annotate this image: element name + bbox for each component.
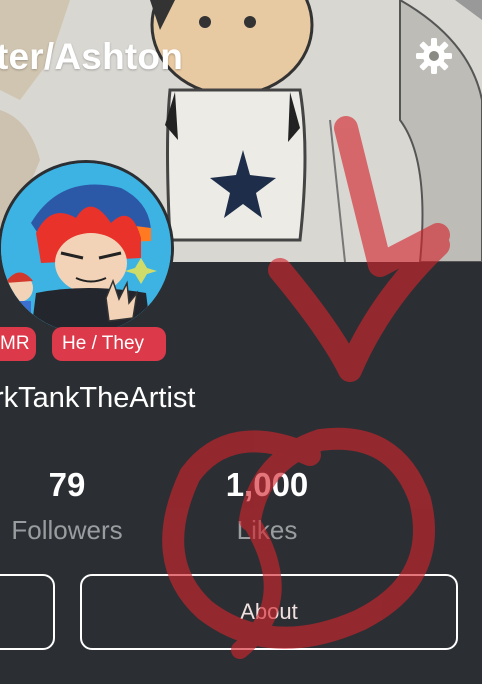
secondary-action-button[interactable]	[0, 574, 55, 650]
pronouns-badge: He / They	[52, 327, 166, 361]
page-title: ter/Ashton	[0, 36, 183, 77]
likes-count: 1,000	[225, 466, 309, 503]
badge-tag-1: MR	[0, 327, 36, 361]
settings-button[interactable]	[414, 36, 454, 76]
avatar[interactable]	[0, 160, 174, 336]
followers-count[interactable]: 79	[22, 466, 112, 504]
gear-icon	[416, 38, 452, 74]
likes-label: Likes	[236, 515, 298, 545]
avatar-artwork	[1, 163, 171, 333]
followers-label[interactable]: Followers	[0, 515, 134, 546]
about-button[interactable]: About	[80, 574, 458, 650]
username: rkTankTheArtist	[0, 382, 196, 414]
